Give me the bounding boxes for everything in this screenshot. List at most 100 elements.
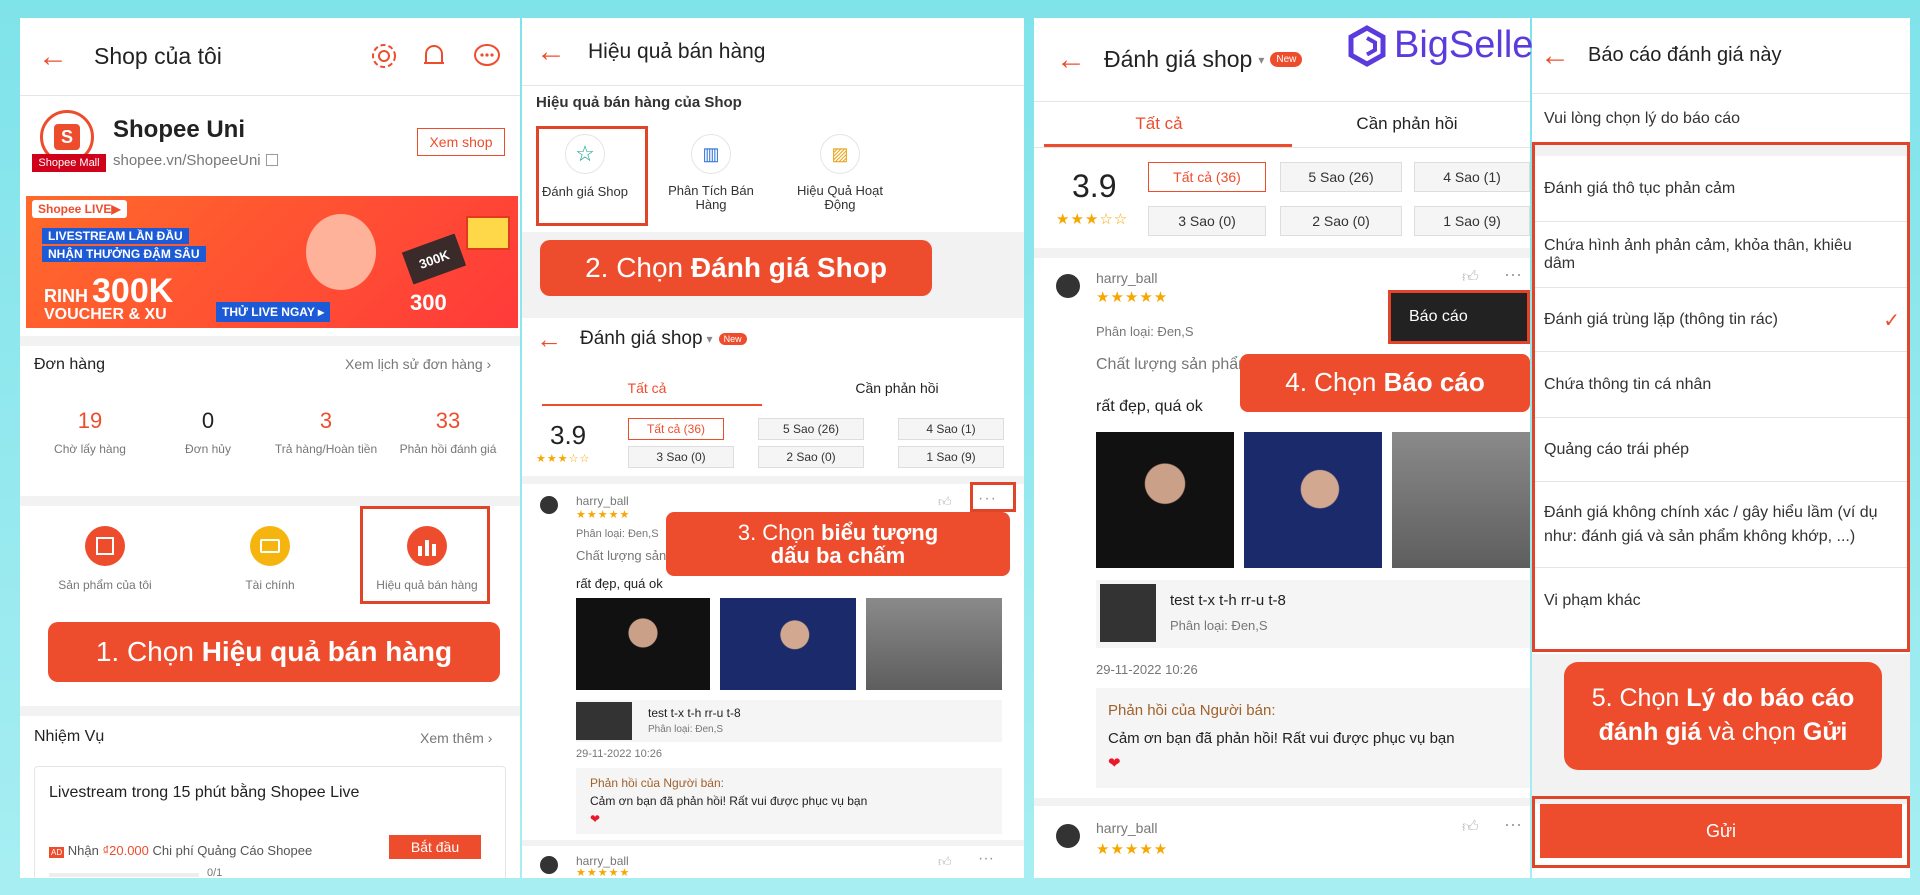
more-dots-icon[interactable]: ··· [1504,264,1522,285]
filter-3-star[interactable]: 3 Sao (0) [628,446,734,468]
seller-reply: Phản hồi của Người bán: Cảm ơn bạn đã ph… [1096,688,1530,788]
page-title: Báo cáo đánh giá này [1588,44,1782,66]
filter-1-star[interactable]: 1 Sao (9) [898,446,1004,468]
item-sales-analysis[interactable]: ▥ Phân Tích Bán Hàng [656,134,766,213]
stat-value: 33 [435,408,461,433]
review-photo-1[interactable] [576,598,710,690]
order-stat[interactable]: 0 Đơn hủy [152,408,264,456]
review-photo-2[interactable] [720,598,856,690]
filter-1-star[interactable]: 1 Sao (9) [1414,206,1530,236]
bell-icon[interactable] [420,42,448,70]
reason-option[interactable]: Đánh giá thô tục phản cảm [1532,156,1910,222]
filter-2-star[interactable]: 2 Sao (0) [1280,206,1402,236]
filter-5-star[interactable]: 5 Sao (26) [758,418,864,440]
item-activity-performance[interactable]: ▨ Hiệu Quả Hoạt Động [780,134,900,213]
product-thumbnail [576,702,632,740]
filter-4-star[interactable]: 4 Sao (1) [1414,162,1530,192]
product-row[interactable]: test t-x t-h rr-u t-8 Phân loại: Đen,S [576,700,1002,742]
avatar [1056,274,1080,298]
review-stars: ★★★★★ [1096,841,1169,858]
start-task-button[interactable]: Bắt đầu [389,835,481,859]
stat-label: Chờ lấy hàng [54,442,126,456]
live-tag: Shopee LIVE▶ [32,200,127,218]
thumbs-up-icon[interactable]: 👍︎ [1462,268,1479,287]
product-variant: Phân loại: Đen,S [648,724,724,735]
order-history-link[interactable]: Xem lịch sử đơn hàng › [345,356,491,372]
report-menu[interactable]: Báo cáo [1388,290,1530,344]
callout-text: 3. Chọn [737,519,822,545]
header: ← Hiệu quả bán hàng [522,18,1024,86]
chat-icon[interactable] [472,42,502,70]
filter-2-star[interactable]: 2 Sao (0) [758,446,864,468]
report-menu-item[interactable]: Báo cáo [1409,308,1468,326]
task-progress: 0/1 [207,867,223,878]
filter-5-star[interactable]: 5 Sao (26) [1280,162,1402,192]
menu-sales-performance[interactable]: Hiệu quả bán hàng [362,526,492,592]
back-arrow-icon[interactable]: ← [1540,40,1570,71]
thumbs-up-icon[interactable]: 👍︎ [938,854,952,870]
task-title: Livestream trong 15 phút bằng Shopee Liv… [49,784,360,801]
reply-text: Cảm ơn bạn đã phản hồi! Rất vui được phụ… [1108,730,1455,747]
reason-option[interactable]: Quảng cáo trái phép [1532,418,1910,482]
review-photo-3[interactable] [866,598,1002,690]
back-arrow-icon[interactable]: ← [38,41,68,72]
thumbs-up-icon[interactable]: 👍︎ [1462,818,1479,837]
tasks-more-link[interactable]: Xem thêm › [420,730,492,746]
reason-option[interactable]: Vi phạm khác [1532,568,1910,634]
review-photo-1[interactable] [1096,432,1234,568]
view-shop-button[interactable]: Xem shop [417,128,505,156]
banner-line-1: LIVESTREAM LẦN ĐẦU [42,228,189,244]
filter-all[interactable]: Tất cả (36) [628,418,724,440]
filter-4-star[interactable]: 4 Sao (1) [898,418,1004,440]
thumbs-up-icon[interactable]: 👍︎ [938,494,952,510]
avatar [540,496,558,514]
task-reward: AD Nhận ₫20.000 Chi phí Quảng Cáo Shopee [49,843,312,858]
livestream-banner[interactable]: Shopee LIVE▶ LIVESTREAM LẦN ĐẦU NHẬN THƯ… [26,196,518,328]
tab-need-reply[interactable]: Cần phản hồi [1284,114,1530,134]
menu-my-products[interactable]: Sản phẩm của tôi [40,526,170,592]
tab-need-reply[interactable]: Cần phản hồi [772,380,1022,396]
stat-label: Phản hồi đánh giá [399,442,497,456]
reason-option[interactable]: Chứa thông tin cá nhân [1532,352,1910,418]
back-arrow-icon[interactable]: ← [1056,44,1086,75]
menu-label: Sản phẩm của tôi [58,578,152,592]
order-stat[interactable]: 19 Chờ lấy hàng [34,408,146,456]
product-row[interactable]: test t-x t-h rr-u t-8 Phân loại: Đen,S [1096,580,1530,648]
menu-finance[interactable]: Tài chính [205,526,335,592]
gear-icon[interactable] [370,42,398,70]
reason-option[interactable]: Chứa hình ảnh phản cảm, khỏa thân, khiêu… [1532,222,1910,288]
back-arrow-icon[interactable]: ← [536,326,562,352]
header: ← Shop của tôi [20,18,520,96]
page-title: Hiệu quả bán hàng [588,39,766,63]
back-arrow-icon[interactable]: ← [536,36,566,67]
copy-icon[interactable] [266,154,278,166]
reason-option-selected[interactable]: Đánh giá trùng lặp (thông tin rác) ✓ [1532,288,1910,352]
tab-all[interactable]: Tất cả [522,380,772,396]
more-dots-icon[interactable]: ··· [978,490,997,508]
more-dots-icon[interactable]: ··· [1504,814,1522,835]
reviewer-name: harry_ball [1096,820,1158,836]
callout-text: 1. Chọn [95,636,202,668]
review-photo-2[interactable] [1244,432,1382,568]
filter-3-star[interactable]: 3 Sao (0) [1148,206,1266,236]
review-photo-3[interactable] [1392,432,1530,568]
bigseller-wordmark: BigSeller [1394,24,1547,66]
task-progress-bar [49,873,199,877]
product-thumbnail [1100,584,1156,642]
chevron-down-icon: ▾ [1258,52,1265,67]
filter-all[interactable]: Tất cả (36) [1148,162,1266,192]
order-stat[interactable]: 33 Phản hồi đánh giá [388,408,508,456]
review-screen-preview: ← Đánh giá shop ▾ New Tất cả Cần phản hồ… [522,318,1024,878]
panel-shop-reviews: ← Đánh giá shop ▾ New Tất cả Cần phản hồ… [1034,18,1530,878]
submit-button[interactable]: Gửi [1540,804,1902,858]
item-shop-rating[interactable]: ☆ Đánh giá Shop [536,134,634,199]
reviewer-name: harry_ball [576,494,629,508]
reason-option[interactable]: Đánh giá không chính xác / gây hiểu lầm … [1532,482,1910,568]
more-dots-icon[interactable]: ··· [978,850,994,868]
avatar [540,856,558,874]
review-stars: ★★★★★ [1096,289,1169,306]
order-stat[interactable]: 3 Trả hàng/Hoàn tiền [270,408,382,456]
tab-all[interactable]: Tất cả [1034,114,1284,134]
stat-label: Đơn hủy [185,442,231,456]
page-title: Đánh giá shop [1104,46,1253,72]
